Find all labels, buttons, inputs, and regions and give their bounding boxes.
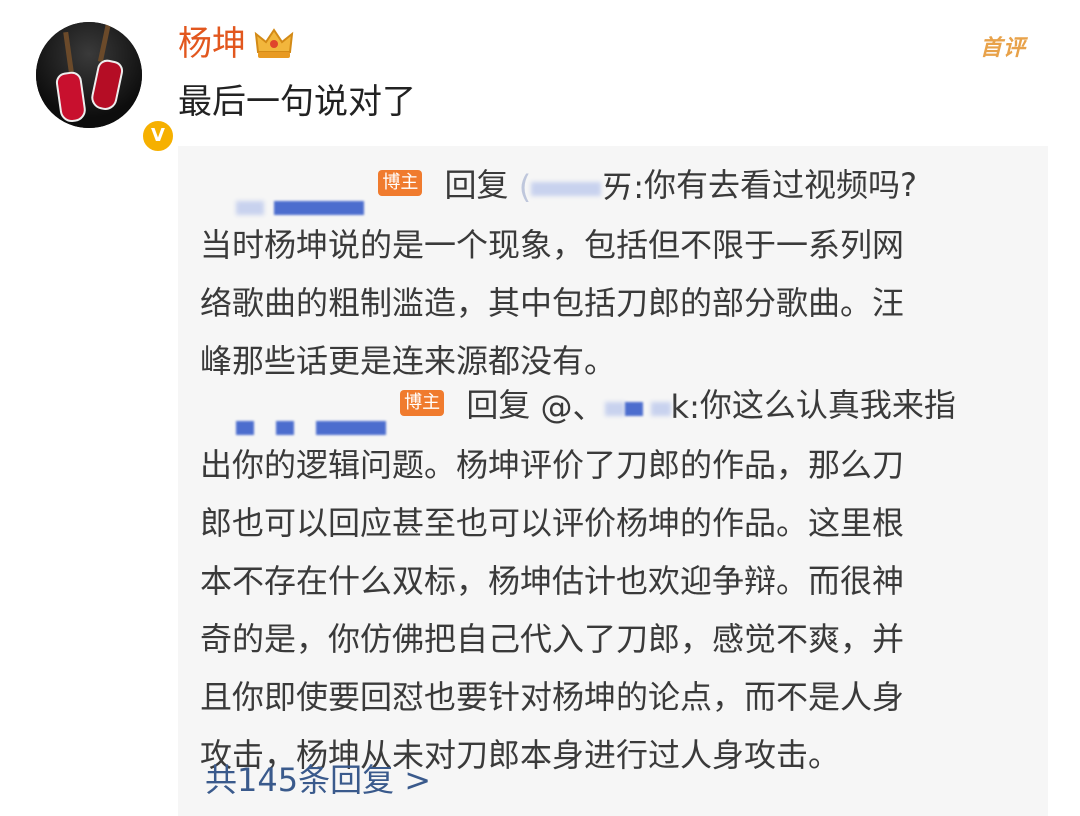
reply-first-line: 博主 回复 @、 k: 你这么认真我来指	[200, 376, 1000, 436]
reply-text: 你这么认真我来指	[699, 386, 956, 424]
crown-icon	[254, 28, 294, 58]
host-tag: 博主	[400, 390, 445, 416]
reply-text: 且你即使要回怼也要针对杨坤的论点，而不是人身	[200, 678, 905, 716]
reply-text: 本不存在什么双标，杨坤估计也欢迎争辩。而很神	[200, 562, 905, 600]
reply-text: 当时杨坤说的是一个现象，包括但不限于一系列网	[200, 226, 905, 264]
reply-word: 回复	[444, 166, 509, 204]
username[interactable]: 杨坤	[178, 22, 246, 66]
verified-badge-icon: V	[140, 118, 176, 154]
reply-first-line: 博主 回复 (ㄞ: 你有去看过视频吗?	[200, 156, 1000, 216]
avatar-image	[36, 22, 142, 128]
guitar-icon	[89, 57, 125, 113]
comment-text: 最后一句说对了	[178, 82, 416, 122]
reply-text: 你有去看过视频吗?	[643, 166, 917, 204]
reply-text: 郎也可以回应甚至也可以评价杨坤的作品。这里根	[200, 504, 905, 542]
more-replies-link[interactable]: 共145条回复 >	[205, 752, 431, 808]
blurred-username	[200, 397, 386, 435]
guitar-icon	[54, 70, 88, 124]
reply-text: 出你的逻辑问题。杨坤评价了刀郎的作品，那么刀	[200, 446, 905, 484]
reply-item[interactable]: 博主 回复 (ㄞ: 你有去看过视频吗? 当时杨坤说的是一个现象，包括但不限于一系…	[200, 156, 1000, 390]
first-comment-badge: 首评	[980, 36, 1027, 61]
reply-word: 回复	[466, 386, 531, 424]
reply-item[interactable]: 博主 回复 @、 k: 你这么认真我来指 出你的逻辑问题。杨坤评价了刀郎的作品，那…	[200, 376, 1000, 784]
avatar[interactable]: V	[36, 22, 176, 154]
reply-text: 络歌曲的粗制滥造，其中包括刀郎的部分歌曲。汪	[200, 284, 905, 322]
host-tag: 博主	[378, 170, 423, 196]
blurred-mention[interactable]: (ㄞ:	[519, 158, 644, 216]
reply-text: 奇的是，你仿佛把自己代入了刀郎，感觉不爽，并	[200, 620, 905, 658]
blurred-mention[interactable]: @、 k:	[541, 378, 700, 436]
comment-page: V 杨坤 首评 最后一句说对了 博主 回复 (ㄞ: 你有去看过视频吗? 当时杨坤…	[0, 0, 1080, 816]
blurred-username	[200, 177, 365, 215]
